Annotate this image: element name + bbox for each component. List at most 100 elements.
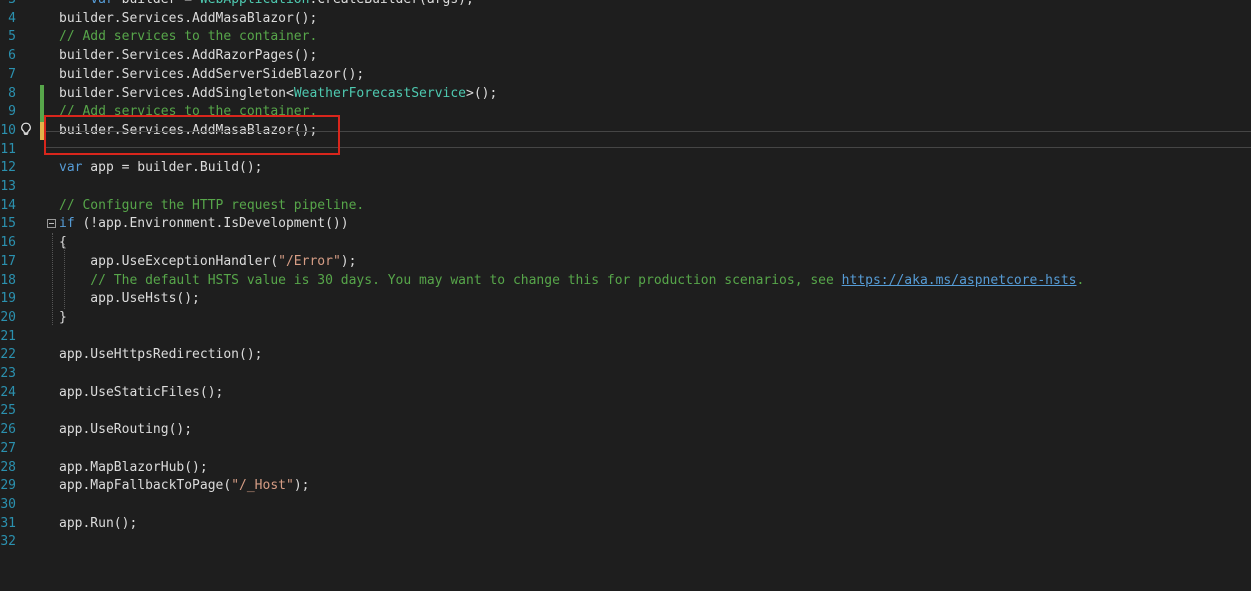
code-line[interactable]: 7 builder.Services.AddServerSideBlazor(); [0,66,1251,85]
code-line[interactable]: 17 app.UseExceptionHandler("/Error"); [0,253,1251,272]
line-code: app.UseStaticFiles(); [59,384,223,403]
code-line[interactable]: 31 app.Run(); [0,515,1251,534]
code-line[interactable]: 24 app.UseStaticFiles(); [0,384,1251,403]
code-line[interactable]: 20} [0,309,1251,328]
line-number: 6 [8,48,16,64]
code-line[interactable]: 25 [0,402,1251,421]
line-code: app.UseHsts(); [59,290,200,309]
line-number: 7 [8,66,16,82]
line-number: 13 [0,179,16,194]
code-line[interactable]: 12 var app = builder.Build(); [0,159,1251,178]
line-code: app.UseExceptionHandler("/Error"); [59,253,356,272]
line-number: 31 [0,515,16,531]
code-line[interactable]: 30 [0,496,1251,515]
line-code: builder.Services.AddRazorPages(); [59,47,317,66]
code-line[interactable]: 6 builder.Services.AddRazorPages(); [0,47,1251,66]
line-number: 19 [0,291,16,307]
code-token: if [59,216,75,232]
code-token: ); [293,478,310,494]
code-line[interactable]: 22 app.UseHttpsRedirection(); [0,346,1251,365]
code-line[interactable]: 18 // The default HSTS value is 30 days.… [0,272,1251,291]
line-number: 22 [0,347,16,363]
code-token: } [59,309,67,325]
code-token: builder.Services.AddSingleton< [59,85,294,101]
code-line[interactable]: 13 [0,178,1251,197]
code-token: builder = [114,0,200,7]
line-number: 15 [0,216,16,232]
line-number: 9 [8,104,16,120]
line-code: var app = builder.Build(); [59,159,263,178]
code-token: builder.Services.AddServerSideBlazor(); [59,66,365,82]
line-code: } [59,309,67,328]
code-token: var [90,0,113,7]
hyperlink[interactable]: https://aka.ms/aspnetcore-hsts [842,273,1077,288]
code-token: app.UseExceptionHandler( [59,253,279,269]
line-number: 32 [0,534,16,550]
code-token: app.UseStaticFiles(); [59,384,224,400]
code-line[interactable]: 29 app.MapFallbackToPage("/_Host"); [0,477,1251,496]
line-code: builder.Services.AddMasaBlazor(); [59,10,317,29]
code-line[interactable]: 28 app.MapBlazorHub(); [0,459,1251,478]
code-token: // Configure the HTTP request pipeline. [59,197,365,213]
line-code: app.UseRouting(); [59,421,192,440]
line-code: // Add services to the container. [59,28,317,47]
line-number: 8 [8,85,16,101]
line-number: 27 [0,440,16,456]
line-code: app.UseHttpsRedirection(); [59,346,263,365]
indent-guide [64,244,66,309]
code-line[interactable]: 5 // Add services to the container. [0,28,1251,47]
code-token: "/_Host" [231,478,294,494]
line-code: // The default HSTS value is 30 days. Yo… [59,272,1084,291]
line-number: 5 [8,29,16,45]
code-line[interactable]: 3 var builder = WebApplication.CreateBui… [0,0,1251,10]
code-line[interactable]: 15 if (!app.Environment.IsDevelopment()) [0,215,1251,234]
line-number: 25 [0,403,16,419]
code-editor[interactable]: 3 var builder = WebApplication.CreateBui… [0,0,1251,591]
line-number: 28 [0,459,16,475]
code-token: // The default HSTS value is 30 days. Yo… [59,272,842,288]
code-token: WebApplication [200,0,310,7]
code-token: .CreateBuilder(args); [309,0,473,7]
collapse-icon[interactable] [47,219,56,228]
code-token: builder.Services.AddRazorPages(); [59,48,318,64]
line-code: app.MapBlazorHub(); [59,459,208,478]
line-code: builder.Services.AddServerSideBlazor(); [59,66,364,85]
code-token: app.UseHsts(); [59,291,200,307]
line-code: // Configure the HTTP request pipeline. [59,197,364,216]
code-line[interactable]: 16{ [0,234,1251,253]
line-code: app.MapFallbackToPage("/_Host"); [59,477,309,496]
code-token: app.Run(); [59,515,138,531]
line-number: 24 [0,384,16,400]
code-line[interactable]: 8 builder.Services.AddSingleton<WeatherFo… [0,85,1251,104]
line-number: 4 [8,10,16,26]
code-token: // Add services to the container. [59,29,318,45]
line-number: 26 [0,422,16,438]
line-number: 16 [0,235,16,251]
lightbulb-icon[interactable] [19,122,33,136]
code-token: app.UseRouting(); [59,422,193,438]
code-line[interactable]: 23 [0,365,1251,384]
line-number: 10 [0,122,16,138]
line-code: builder.Services.AddSingleton<WeatherFor… [59,85,497,104]
code-token: app = builder.Build(); [82,160,263,176]
line-number: 14 [0,197,16,213]
code-line[interactable]: 19 app.UseHsts(); [0,290,1251,309]
line-number: 23 [0,366,16,381]
code-token: (!app.Environment.IsDevelopment()) [74,216,349,232]
line-number: 3 [0,0,16,10]
code-line[interactable]: 32 [0,533,1251,552]
code-token: >(); [466,85,498,101]
highlight-annotation-box [44,115,340,155]
line-number: 29 [0,478,16,494]
code-token: app.MapBlazorHub(); [59,459,208,475]
code-line[interactable]: 27 [0,440,1251,459]
line-code: if (!app.Environment.IsDevelopment()) [59,215,349,234]
line-code: app.Run(); [59,515,137,534]
code-line[interactable]: 21 [0,328,1251,347]
line-number: 21 [0,328,16,344]
code-line[interactable]: 4 builder.Services.AddMasaBlazor(); [0,10,1251,29]
line-number: 11 [0,141,16,157]
code-line[interactable]: 14 // Configure the HTTP request pipeline… [0,197,1251,216]
code-line[interactable]: 26 app.UseRouting(); [0,421,1251,440]
